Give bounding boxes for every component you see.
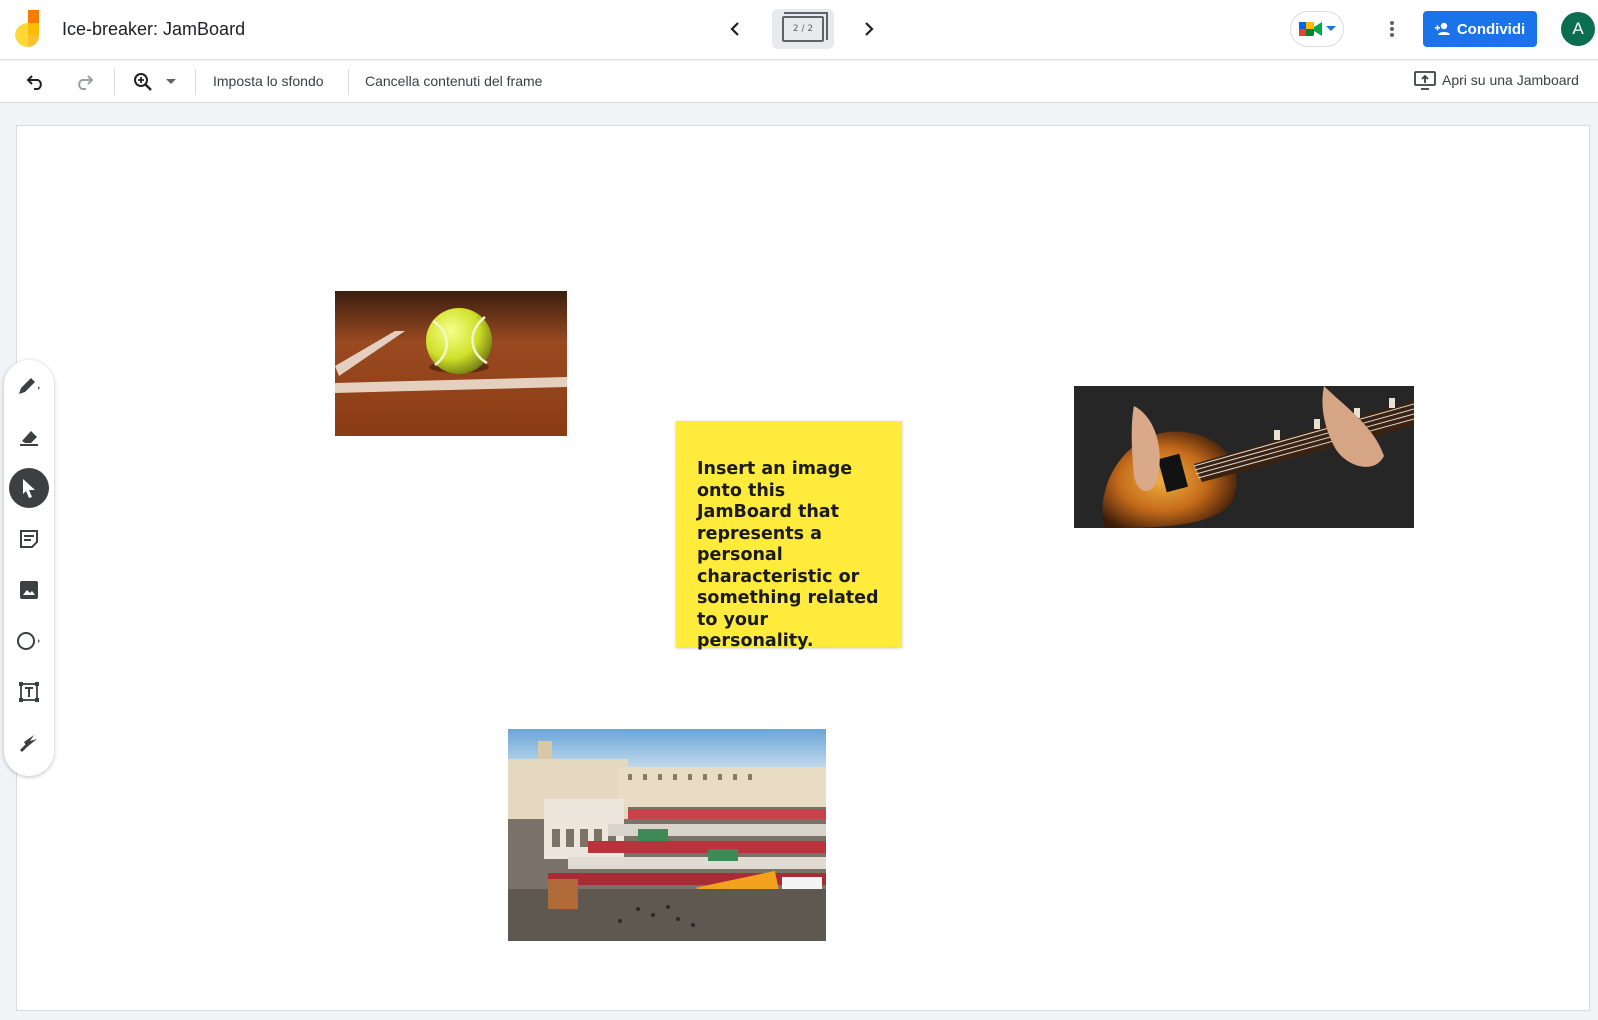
caret-down-icon — [1326, 26, 1336, 31]
redo-icon — [78, 75, 94, 90]
image-icon — [20, 581, 38, 599]
laser-tool-button[interactable] — [9, 723, 49, 763]
share-button-label: Condividi — [1456, 20, 1526, 38]
toolbar-divider — [114, 69, 115, 95]
caret-down-icon — [166, 79, 176, 84]
chevron-left-icon — [730, 22, 739, 36]
select-tool-button[interactable] — [9, 468, 49, 508]
text-box-icon — [19, 682, 39, 702]
jamboard-logo-icon[interactable] — [12, 10, 42, 48]
tennis-ball-image[interactable] — [335, 291, 567, 436]
toolbar-divider — [348, 69, 349, 95]
share-button[interactable]: Condividi — [1423, 11, 1537, 47]
undo-icon — [26, 75, 42, 90]
open-on-jamboard-button[interactable]: Apri su una Jamboard — [1414, 70, 1579, 90]
cast-screen-icon — [1414, 71, 1436, 90]
sticky-note[interactable]: Insert an image onto this JamBoard that … — [676, 421, 902, 651]
eraser-tool-button[interactable] — [9, 417, 49, 457]
eraser-icon — [20, 431, 38, 446]
zoom-dropdown-button[interactable] — [162, 69, 180, 95]
person-add-icon — [1434, 22, 1450, 35]
clear-frame-button[interactable]: Cancella contenuti del frame — [365, 73, 542, 89]
sticky-note-icon — [20, 530, 38, 548]
text-box-tool-button[interactable] — [9, 672, 49, 712]
meet-button[interactable] — [1290, 11, 1344, 47]
top-bar: Ice-breaker: JamBoard 2 / 2 Condividi A — [0, 0, 1598, 60]
pen-tool-button[interactable] — [9, 366, 49, 406]
circle-icon — [17, 632, 40, 650]
zoom-button[interactable] — [130, 69, 156, 95]
city-market-image[interactable] — [508, 729, 826, 941]
frame-counter: 2 / 2 — [782, 12, 828, 42]
previous-frame-button[interactable] — [720, 14, 750, 44]
more-vert-icon — [1390, 21, 1394, 37]
frame-bar-toggle-button[interactable]: 2 / 2 — [772, 9, 834, 49]
edit-toolbar: Imposta lo sfondo Cancella contenuti del… — [0, 61, 1598, 103]
sticky-note-text: Insert an image onto this JamBoard that … — [697, 459, 879, 651]
more-options-button[interactable] — [1380, 14, 1404, 44]
next-frame-button[interactable] — [854, 14, 884, 44]
sticky-note-tool-button[interactable] — [9, 519, 49, 559]
undo-button[interactable] — [23, 69, 49, 95]
chevron-right-icon — [865, 22, 874, 36]
guitar-image[interactable] — [1074, 386, 1414, 528]
tool-rail — [4, 360, 54, 776]
document-title[interactable]: Ice-breaker: JamBoard — [62, 19, 245, 40]
meet-icon — [1299, 22, 1322, 36]
pen-icon — [19, 378, 40, 394]
avatar[interactable]: A — [1561, 12, 1595, 46]
image-tool-button[interactable] — [9, 570, 49, 610]
redo-button[interactable] — [71, 69, 97, 95]
set-background-button[interactable]: Imposta lo sfondo — [213, 73, 324, 89]
zoom-in-icon — [134, 73, 152, 91]
laser-icon — [19, 735, 37, 753]
select-icon — [23, 479, 35, 498]
toolbar-divider — [195, 69, 196, 95]
shape-tool-button[interactable] — [9, 621, 49, 661]
open-on-jamboard-label: Apri su una Jamboard — [1442, 72, 1579, 88]
